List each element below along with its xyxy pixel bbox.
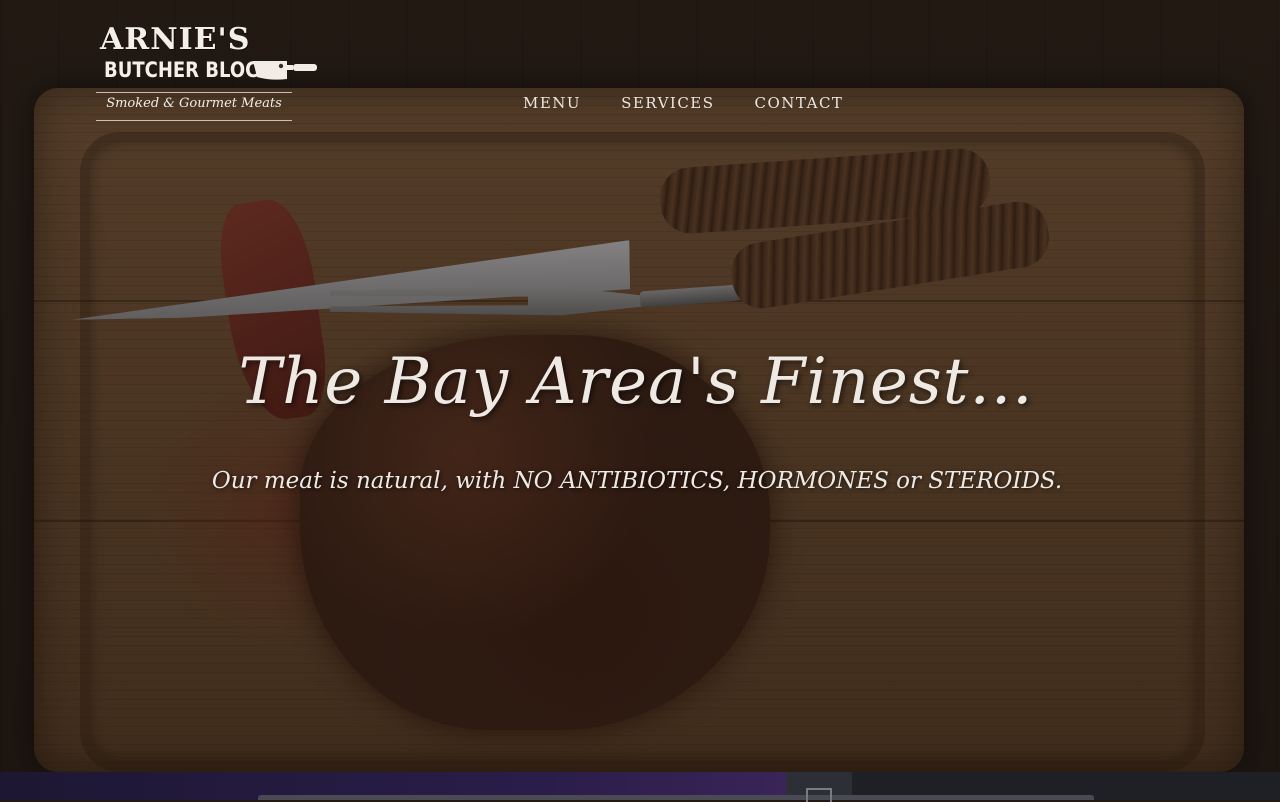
logo-title: ARNIE'S [100,22,251,57]
logo-tagline: Smoked & Gourmet Meats [106,96,282,111]
nav-contact[interactable]: CONTACT [755,94,844,112]
site-logo[interactable]: ARNIE'S BUTCHER BLOCK Smoked & Gourmet M… [96,22,324,128]
main-nav: MENU SERVICES CONTACT [523,94,843,112]
strip-bar [258,795,1094,800]
nav-menu[interactable]: MENU [523,94,581,112]
cleaver-icon [253,61,317,80]
hero-subtitle: Our meat is natural, with NO ANTIBIOTICS… [211,468,1063,494]
hero-title: The Bay Area's Finest... [238,345,1034,419]
logo-divider [96,92,292,93]
bottom-edge-strip [0,772,1280,802]
logo-subtitle: BUTCHER BLOCK [104,57,273,84]
logo-divider [96,120,292,121]
nav-services[interactable]: SERVICES [621,94,714,112]
